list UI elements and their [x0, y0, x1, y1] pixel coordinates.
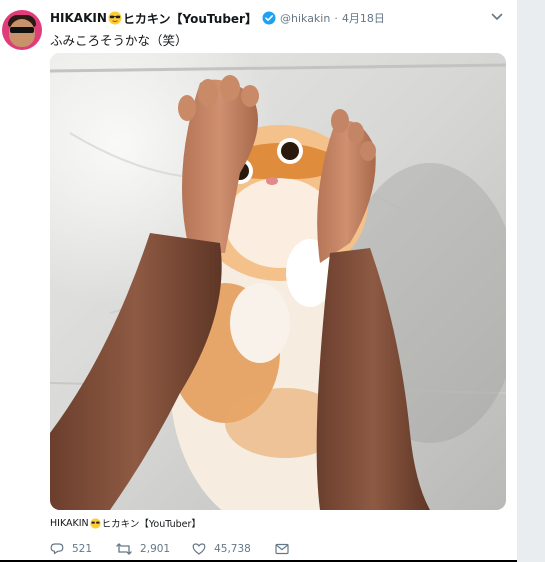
like-button[interactable]: 45,738: [192, 542, 251, 556]
avatar[interactable]: [2, 10, 42, 50]
source-attribution[interactable]: HIKAKIN ヒカキン【YouTuber】: [50, 516, 201, 531]
screenshot-frame: HIKAKIN ヒカキン【YouTuber】 @hikakin · 4月18日 …: [0, 0, 545, 562]
envelope-icon: [275, 543, 289, 555]
display-name-suffix[interactable]: ヒカキン【YouTuber】: [123, 10, 257, 27]
handle[interactable]: @hikakin: [280, 12, 330, 25]
tweet-text: ふみころそうかな（笑）: [50, 33, 188, 48]
tweet-card[interactable]: HIKAKIN ヒカキン【YouTuber】 @hikakin · 4月18日 …: [0, 0, 517, 560]
retweet-icon: [116, 543, 132, 555]
tweet-header: HIKAKIN ヒカキン【YouTuber】 @hikakin · 4月18日: [50, 9, 385, 27]
source-name: HIKAKIN: [50, 517, 89, 529]
reply-button[interactable]: 521: [50, 542, 92, 556]
page-background: [517, 0, 545, 562]
cat-photo: [50, 53, 506, 510]
avatar-face: [9, 19, 35, 47]
reply-count: 521: [72, 543, 93, 555]
tweet-actions: 521 2,901 45,738: [50, 540, 321, 558]
tweet-date[interactable]: 4月18日: [342, 10, 385, 26]
verified-badge-icon: [262, 11, 276, 25]
retweet-count: 2,901: [140, 543, 171, 555]
like-count: 45,738: [214, 543, 251, 555]
display-name[interactable]: HIKAKIN: [50, 11, 107, 25]
heart-icon: [192, 543, 206, 555]
retweet-button[interactable]: 2,901: [116, 542, 170, 556]
dm-button[interactable]: [275, 543, 297, 555]
source-suffix: ヒカキン【YouTuber】: [101, 519, 201, 530]
avatar-sunglasses: [10, 27, 34, 33]
separator-dot: ·: [334, 11, 338, 25]
sunglasses-emoji-icon: [90, 517, 101, 529]
tweet-photo[interactable]: [50, 53, 506, 510]
reply-icon: [50, 543, 64, 555]
chevron-down-icon[interactable]: [489, 9, 505, 25]
sunglasses-emoji-icon: [108, 11, 122, 25]
